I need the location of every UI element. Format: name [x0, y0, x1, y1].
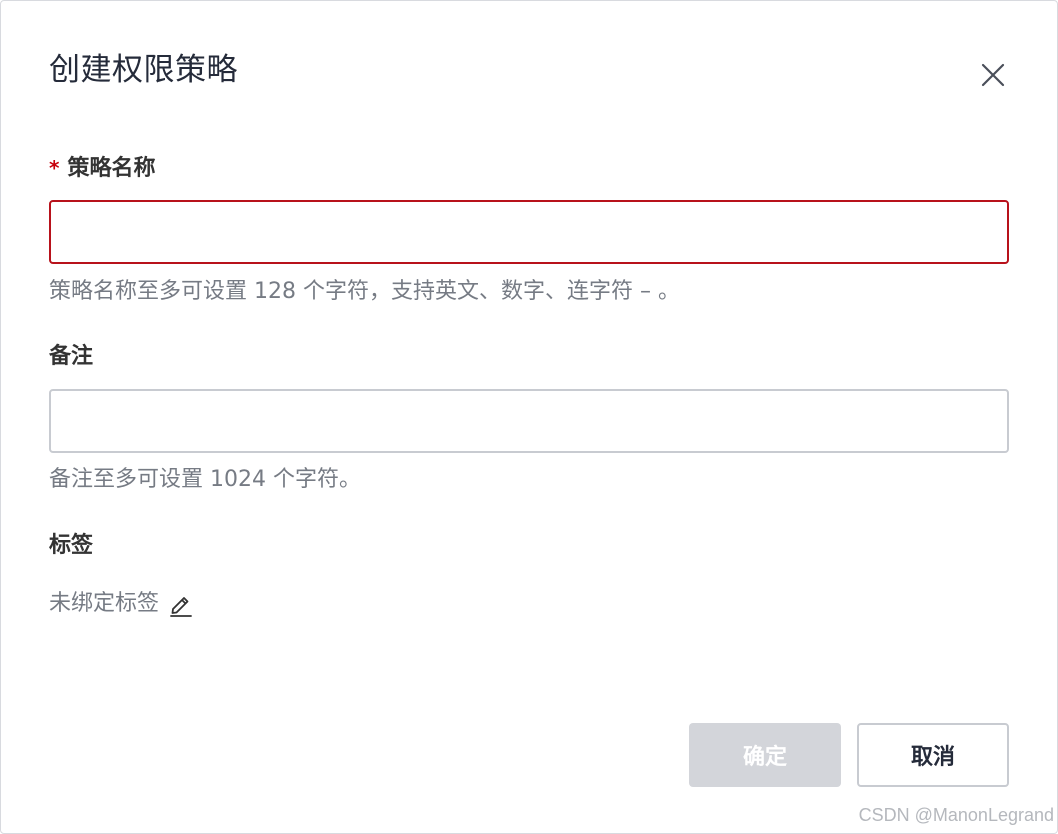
tags-status-text: 未绑定标签 — [49, 591, 160, 616]
remark-hint: 备注至多可设置 1024 个字符。 — [49, 467, 361, 492]
dialog-title: 创建权限策略 — [49, 52, 238, 88]
policy-name-label-text: 策略名称 — [67, 156, 156, 181]
cancel-button[interactable]: 取消 — [857, 723, 1009, 787]
create-policy-dialog: 创建权限策略 * 策略名称 策略名称至多可设置 128 个字符，支持英文、数字、连… — [0, 0, 1058, 834]
policy-name-input[interactable] — [49, 200, 1009, 264]
tags-row: 未绑定标签 — [49, 589, 195, 619]
close-icon — [981, 63, 1005, 87]
required-mark: * — [49, 156, 60, 180]
policy-name-hint: 策略名称至多可设置 128 个字符，支持英文、数字、连字符 – 。 — [49, 279, 680, 304]
confirm-button[interactable]: 确定 — [689, 723, 841, 787]
watermark: CSDN @ManonLegrand — [858, 805, 1054, 825]
tags-label: 标签 — [49, 533, 94, 558]
policy-name-label: * 策略名称 — [49, 153, 155, 184]
remark-label: 备注 — [49, 344, 94, 369]
close-button[interactable] — [977, 59, 1009, 91]
edit-icon[interactable] — [167, 590, 195, 618]
remark-input[interactable] — [49, 389, 1009, 453]
